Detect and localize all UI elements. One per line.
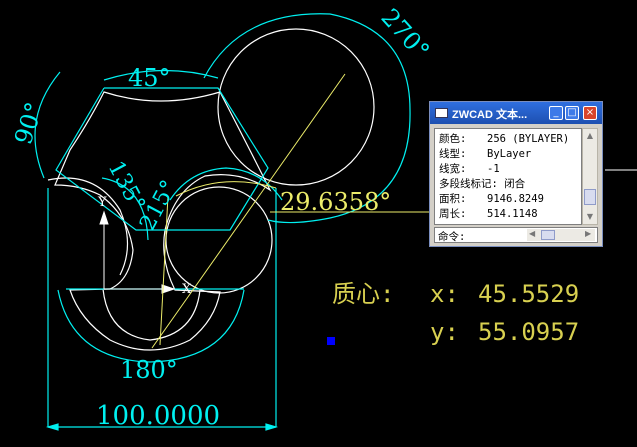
dim-text-100: 100.0000 bbox=[96, 401, 220, 431]
dim-arrow-left bbox=[45, 423, 59, 431]
info-line: 线宽: -1 bbox=[439, 163, 500, 175]
grip-marker[interactable] bbox=[327, 337, 335, 345]
ucs-x-label: X bbox=[182, 282, 192, 297]
info-line: 颜色: 256 (BYLAYER) bbox=[439, 133, 570, 145]
text-window-titlebar[interactable]: ZWCAD 文本... _ □ × bbox=[430, 102, 602, 124]
scroll-left-icon[interactable]: ◀ bbox=[529, 229, 535, 238]
ucs-x-arrow bbox=[161, 284, 176, 294]
dim-text-270: 270° bbox=[376, 3, 435, 65]
ucs-y-arrow bbox=[99, 210, 109, 225]
text-window-content[interactable]: 颜色: 256 (BYLAYER) 线型: ByLayer 线宽: -1 多段线标记:… bbox=[434, 128, 582, 225]
centroid-x-value: 45.5529 bbox=[478, 280, 579, 308]
info-line: 面积: 9146.8249 bbox=[439, 193, 544, 205]
centroid-x-label: x: bbox=[430, 280, 459, 308]
maximize-icon[interactable]: □ bbox=[565, 106, 579, 120]
info-line: 线型: ByLayer bbox=[439, 148, 532, 160]
top-right-circle bbox=[217, 28, 375, 186]
dim-text-135: 135° bbox=[103, 157, 150, 216]
dim-text-90: 90° bbox=[9, 99, 49, 148]
centroid-label: 质心: bbox=[332, 280, 394, 308]
hscroll-thumb[interactable] bbox=[541, 230, 555, 240]
scroll-right-icon[interactable]: ▶ bbox=[585, 229, 591, 238]
scroll-down-icon[interactable]: ▼ bbox=[584, 211, 596, 223]
minimize-icon[interactable]: _ bbox=[549, 106, 563, 120]
ucs-y-label: Y bbox=[97, 195, 107, 210]
dim-text-45: 45° bbox=[128, 64, 171, 92]
command-line[interactable]: 命令: ◀ ▶ bbox=[434, 227, 598, 243]
window-icon bbox=[435, 108, 448, 118]
info-line: 多段线标记: 闭合 bbox=[439, 178, 526, 190]
command-label: 命令: bbox=[438, 231, 466, 243]
text-window[interactable]: ZWCAD 文本... _ □ × 颜色: 256 (BYLAYER) 线型: By… bbox=[429, 101, 603, 247]
dim-text-180: 180° bbox=[120, 356, 178, 384]
text-window-title: ZWCAD 文本... bbox=[452, 109, 528, 121]
horizontal-scrollbar[interactable]: ◀ ▶ bbox=[527, 229, 595, 241]
close-icon[interactable]: × bbox=[583, 106, 597, 120]
measure-text-angle: 29.6358° bbox=[280, 188, 391, 216]
vertical-scrollbar[interactable]: ▲ ▼ bbox=[582, 128, 598, 225]
arc-dim-180 bbox=[57, 289, 245, 363]
right-small-circle bbox=[165, 186, 273, 294]
info-line: 周长: 514.1148 bbox=[439, 208, 538, 220]
scroll-thumb[interactable] bbox=[584, 189, 596, 205]
dim-arrow-right bbox=[265, 423, 279, 431]
centroid-y-value: 55.0957 bbox=[478, 318, 579, 346]
scroll-up-icon[interactable]: ▲ bbox=[584, 130, 596, 142]
centroid-y-label: y: bbox=[430, 318, 459, 346]
